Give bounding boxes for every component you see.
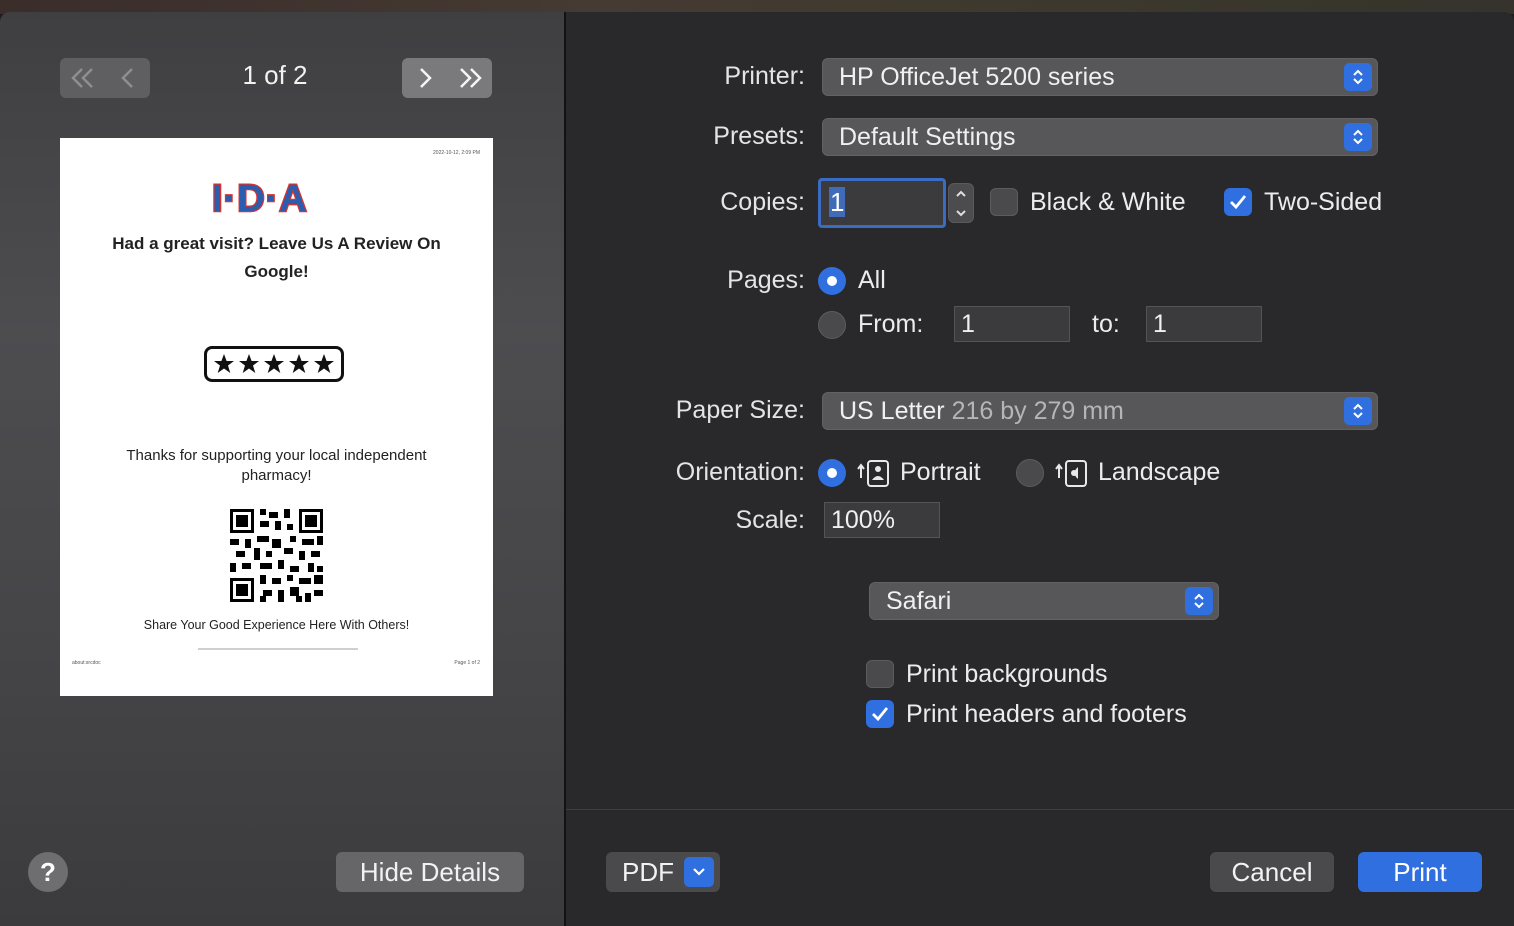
footer-separator — [566, 809, 1514, 810]
pdf-menu-button[interactable]: PDF — [606, 852, 720, 892]
logo-text: I·D·A — [212, 178, 308, 218]
chevron-down-icon[interactable] — [955, 209, 967, 217]
print-backgrounds-checkbox[interactable] — [866, 660, 894, 688]
updown-chevron-icon — [1344, 397, 1372, 425]
pdf-label: PDF — [622, 856, 674, 887]
preview-headline: Had a great visit? Leave Us A Review On … — [112, 234, 441, 281]
black-white-checkbox[interactable] — [990, 188, 1018, 216]
preview-thanks-text: Thanks for supporting your local indepen… — [126, 447, 427, 484]
qr-code-icon — [230, 509, 323, 602]
help-button[interactable]: ? — [28, 852, 68, 892]
pages-range-radio[interactable] — [818, 311, 846, 339]
checkmark-icon — [872, 707, 889, 722]
portrait-orientation-icon — [857, 460, 889, 487]
chevron-right-icon — [419, 68, 432, 88]
pages-label: Pages: — [727, 266, 805, 294]
updown-chevron-icon — [1344, 123, 1372, 151]
printer-label: Printer: — [724, 62, 805, 90]
two-sided-label: Two-Sided — [1264, 188, 1383, 216]
page-indicator: 1 of 2 — [242, 60, 308, 90]
portrait-radio[interactable] — [818, 459, 846, 487]
ida-logo: I·D·A — [211, 178, 308, 218]
hide-details-button[interactable]: Hide Details — [336, 852, 524, 892]
previous-page-button[interactable] — [105, 58, 150, 98]
copies-label: Copies: — [720, 188, 805, 216]
scale-label: Scale: — [735, 506, 805, 534]
updown-chevron-icon — [1344, 63, 1372, 91]
pages-all-radio[interactable] — [818, 267, 846, 295]
pages-all-label: All — [858, 266, 886, 294]
checkmark-icon — [1230, 195, 1247, 210]
paper-size-label: Paper Size: — [675, 396, 805, 424]
rating-stars — [204, 346, 344, 382]
last-page-button[interactable] — [447, 58, 492, 98]
print-backgrounds-label: Print backgrounds — [906, 660, 1108, 688]
copies-field[interactable]: 1 — [818, 178, 946, 228]
print-headers-footers-label: Print headers and footers — [906, 700, 1187, 728]
prev-nav-group — [60, 58, 150, 98]
chevron-down-icon — [684, 857, 714, 887]
first-page-button[interactable] — [60, 58, 105, 98]
pages-from-field[interactable]: 1 — [954, 306, 1070, 342]
preview-footer-left: about:srcdoc — [72, 660, 101, 666]
black-white-label: Black & White — [1030, 188, 1186, 216]
print-headers-footers-checkbox[interactable] — [866, 700, 894, 728]
next-page-button[interactable] — [402, 58, 447, 98]
chevron-left-icon — [120, 68, 133, 88]
print-button[interactable]: Print — [1358, 852, 1482, 892]
paper-size-value: US Letter 216 by 279 mm — [839, 397, 1124, 425]
chevron-up-icon[interactable] — [955, 190, 967, 198]
landscape-radio[interactable] — [1016, 459, 1044, 487]
app-options-value: Safari — [886, 587, 952, 615]
cancel-button[interactable]: Cancel — [1210, 852, 1334, 892]
preview-footer-right: Page 1 of 2 — [454, 660, 480, 666]
preview-timestamp: 2022-10-12, 2:09 PM — [433, 150, 480, 156]
pages-to-label: to: — [1092, 310, 1120, 338]
pages-to-field[interactable]: 1 — [1146, 306, 1262, 342]
app-options-select[interactable]: Safari — [869, 582, 1219, 620]
presets-value: Default Settings — [839, 123, 1016, 151]
pages-from-label: From: — [858, 310, 924, 338]
preview-faint-line — [198, 648, 358, 650]
five-stars-icon — [214, 354, 334, 373]
next-nav-group — [402, 58, 492, 98]
copies-stepper[interactable] — [948, 183, 974, 223]
presets-label: Presets: — [713, 122, 805, 150]
printer-value: HP OfficeJet 5200 series — [839, 63, 1115, 91]
presets-select[interactable]: Default Settings — [822, 118, 1378, 156]
double-chevron-left-icon — [70, 68, 93, 88]
landscape-orientation-icon — [1055, 460, 1087, 487]
orientation-label: Orientation: — [675, 458, 805, 486]
updown-chevron-icon — [1185, 587, 1213, 615]
double-chevron-right-icon — [459, 68, 482, 88]
paper-size-select[interactable]: US Letter 216 by 279 mm — [822, 392, 1378, 430]
portrait-label: Portrait — [900, 458, 981, 486]
two-sided-checkbox[interactable] — [1224, 188, 1252, 216]
printer-select[interactable]: HP OfficeJet 5200 series — [822, 58, 1378, 96]
scale-field[interactable]: 100% — [824, 502, 940, 538]
page-preview: 2022-10-12, 2:09 PM I·D·A Had a great vi… — [60, 138, 493, 696]
preview-share-text: Share Your Good Experience Here With Oth… — [143, 618, 410, 632]
landscape-label: Landscape — [1098, 458, 1221, 486]
